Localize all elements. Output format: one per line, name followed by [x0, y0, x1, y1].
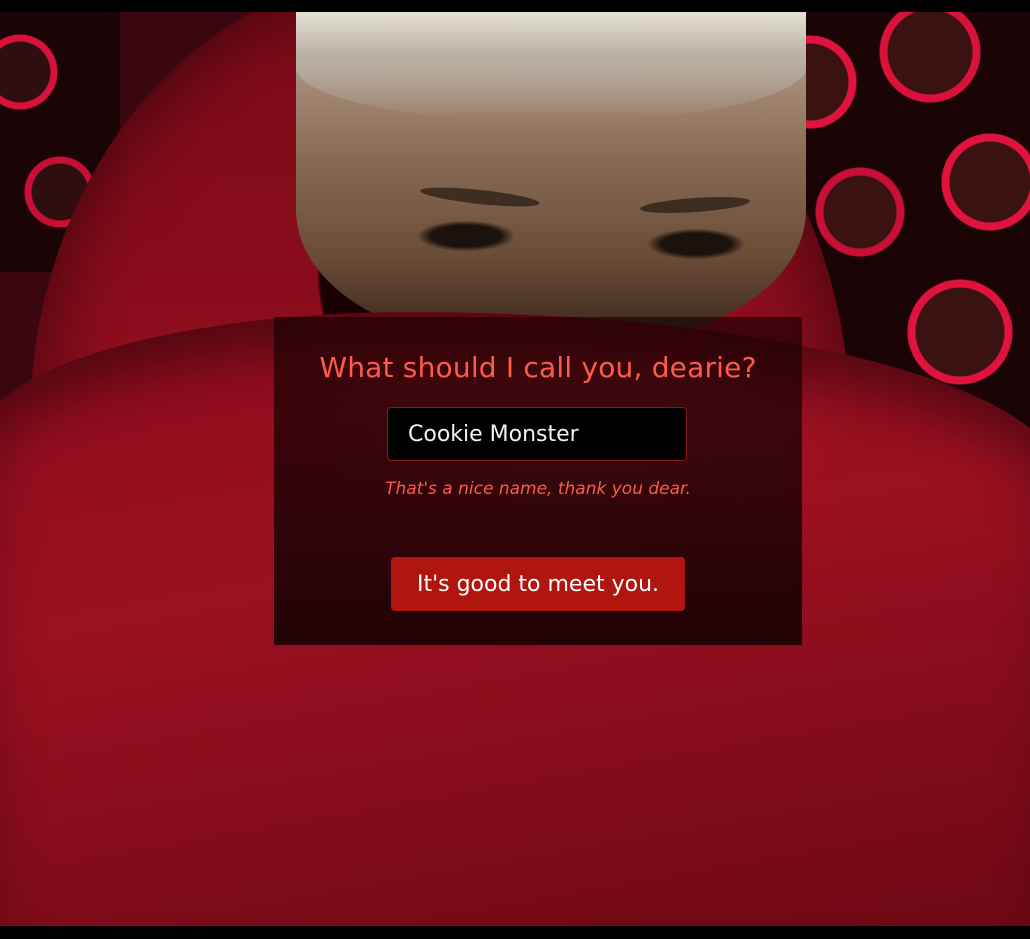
top-frame-bar: [0, 0, 1030, 12]
dialog-title: What should I call you, dearie?: [319, 351, 757, 384]
hair: [296, 12, 806, 122]
name-dialog: What should I call you, dearie? That's a…: [274, 317, 802, 645]
background-scene: What should I call you, dearie? That's a…: [0, 12, 1030, 926]
helper-text: That's a nice name, thank you dear.: [385, 479, 691, 499]
confirm-button[interactable]: It's good to meet you.: [391, 557, 685, 611]
bottom-frame-bar: [0, 926, 1030, 939]
name-input[interactable]: [387, 407, 687, 461]
